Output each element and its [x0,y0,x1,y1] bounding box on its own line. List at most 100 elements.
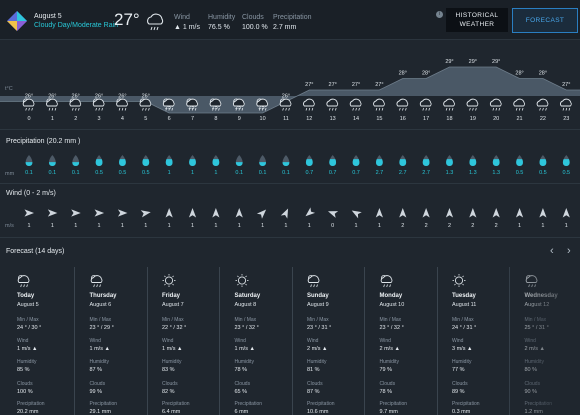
precipitation-value: 0.7 [328,170,337,176]
cloud-rain-icon [466,98,479,111]
humidity-value: 81 % [307,367,320,373]
precipitation-title: Precipitation (20.2 mm ) [6,138,81,145]
forecast-day-date: August 8 [234,302,257,308]
raindrop-icon [516,155,523,166]
sun-icon [162,274,176,287]
cloud-rain-icon [443,98,455,111]
wind-arrow-icon [117,209,128,217]
hour-label: 18 [446,116,453,122]
wind-arrow-icon [47,209,58,217]
forecast-day-card[interactable]: Tuesday August 11 Min / Max 24 ° / 31 ° Wind… [440,267,510,415]
cloud-sun-rain-icon [69,98,82,111]
wind-arrow-icon [469,208,477,218]
cloud-rain-icon [373,98,385,111]
header-humidity: Humidity 76.5 % [208,13,235,33]
precipitation-value: 0.7 [352,170,360,176]
wind-speed-value: 1 [237,223,241,229]
historical-weather-button[interactable]: HISTORICAL WEATHER [446,8,508,32]
minmax-value: 23 ° / 32 ° [379,325,404,331]
forecast-day-card[interactable]: Thursday August 6 Min / Max 23 ° / 29 ° Wind… [78,267,148,415]
minmax-label: Min / Max [89,317,112,323]
forecast-fade-overlay [504,262,580,415]
header-bar: August 5 Cloudy Day/Moderate Rain 27° Wi… [0,0,580,40]
hour-label: 1 [50,116,54,122]
temperature-label: 29° [469,59,477,65]
cloud-sun-rain-icon [209,98,222,111]
sun-icon [452,274,466,287]
wind-speed-value: 2 [447,223,451,229]
precipitation-value: 0.1 [235,170,244,176]
humidity-label: Humidity [89,359,109,365]
header-clouds: Clouds 100.0 % [242,13,268,33]
wind-arrow-icon [305,207,316,217]
forecast-day-card[interactable]: Friday August 7 Min / Max 22 ° / 32 ° Wind 1 … [150,267,220,415]
wind-label: Wind [89,338,101,344]
clouds-value: 100 % [17,389,33,395]
wind-speed-value: 0 [331,223,335,229]
forecast-next-button[interactable]: › [567,246,571,257]
wind-arrow-icon [445,208,454,218]
forecast-button[interactable]: FORECAST [512,8,578,33]
temperature-label: 27° [352,82,360,88]
forecast-day-date: August 5 [17,302,39,308]
hour-label: 21 [516,116,523,122]
raindrop-icon [422,155,430,166]
forecast-day-card[interactable]: Today August 5 Min / Max 24 ° / 30 ° Wind 1 m… [5,267,75,415]
temperature-unit-label: t°C [5,86,13,92]
minmax-value: 23 ° / 31 ° [307,325,332,331]
raindrop-icon [399,155,407,166]
wind-arrow-icon [422,208,430,218]
info-icon[interactable]: i [436,11,443,18]
wind-value: 2 m/s ▲ [379,346,400,352]
raindrop-icon [212,155,220,166]
cloud-sun-rain-icon [380,275,392,288]
wind-label: Wind [452,338,464,344]
current-condition: Cloudy Day/Moderate Rain [34,22,119,29]
precipitation-label: Precipitation [17,401,45,407]
temperature-label: 28° [539,71,547,77]
header-clouds-label: Clouds [242,14,264,21]
temperature-label: 27° [329,82,337,88]
wind-arrow-icon [399,208,407,218]
forecast-day-name: Sunday [307,293,329,299]
precipitation-value: 0.1 [25,170,33,176]
precipitation-value: 0.5 [141,170,150,176]
temperature-label: 27° [375,82,383,88]
cloud-sun-rain-icon [307,275,320,288]
cloud-rain-icon [489,98,502,111]
wind-label: Wind [17,338,29,344]
forecast-day-card[interactable]: Monday August 10 Min / Max 23 ° / 32 ° Wind 2… [368,267,438,415]
hour-label: 12 [306,116,313,122]
clouds-label: Clouds [307,381,323,387]
raindrop-icon [492,155,500,166]
minmax-value: 23 ° / 29 ° [89,325,114,331]
clouds-label: Clouds [379,381,396,387]
raindrop-icon [562,155,570,166]
forecast-day-card[interactable]: Sunday August 9 Min / Max 23 ° / 31 ° Wind 2 … [295,267,365,415]
forecast-day-card[interactable]: Saturday August 8 Min / Max 23 ° / 32 ° Wind… [223,267,293,415]
minmax-label: Min / Max [307,317,329,323]
precipitation-label: Precipitation [379,401,408,407]
header-precipitation-value: 2.7 mm [273,24,297,31]
minmax-value: 24 ° / 30 ° [17,325,42,331]
precipitation-value: 0.1 [48,170,57,176]
humidity-label: Humidity [379,359,399,365]
precipitation-value: 0.3 mm [452,409,471,415]
precipitation-value: 0.1 [71,170,80,176]
cloud-sun-rain-icon [186,98,198,111]
cloud-sun-rain-icon [116,98,128,111]
wind-speed-value: 1 [541,223,545,229]
precipitation-value: 1.3 [469,170,477,176]
hour-label: 14 [352,116,360,122]
forecast-title: Forecast (14 days) [6,248,65,255]
wind-value: 1 m/s ▲ [89,346,110,352]
forecast-prev-button[interactable]: ‹ [550,246,554,257]
forecast-day-name: Friday [162,293,181,299]
clouds-label: Clouds [452,381,468,387]
wind-arrow-icon [94,209,105,217]
wind-speed-value: 1 [354,223,358,229]
header-precipitation: Precipitation 2.7 mm [273,13,312,33]
wind-value: 1 m/s ▲ [17,346,38,352]
wind-speed-value: 1 [307,223,311,229]
current-date: August 5 [34,13,62,20]
